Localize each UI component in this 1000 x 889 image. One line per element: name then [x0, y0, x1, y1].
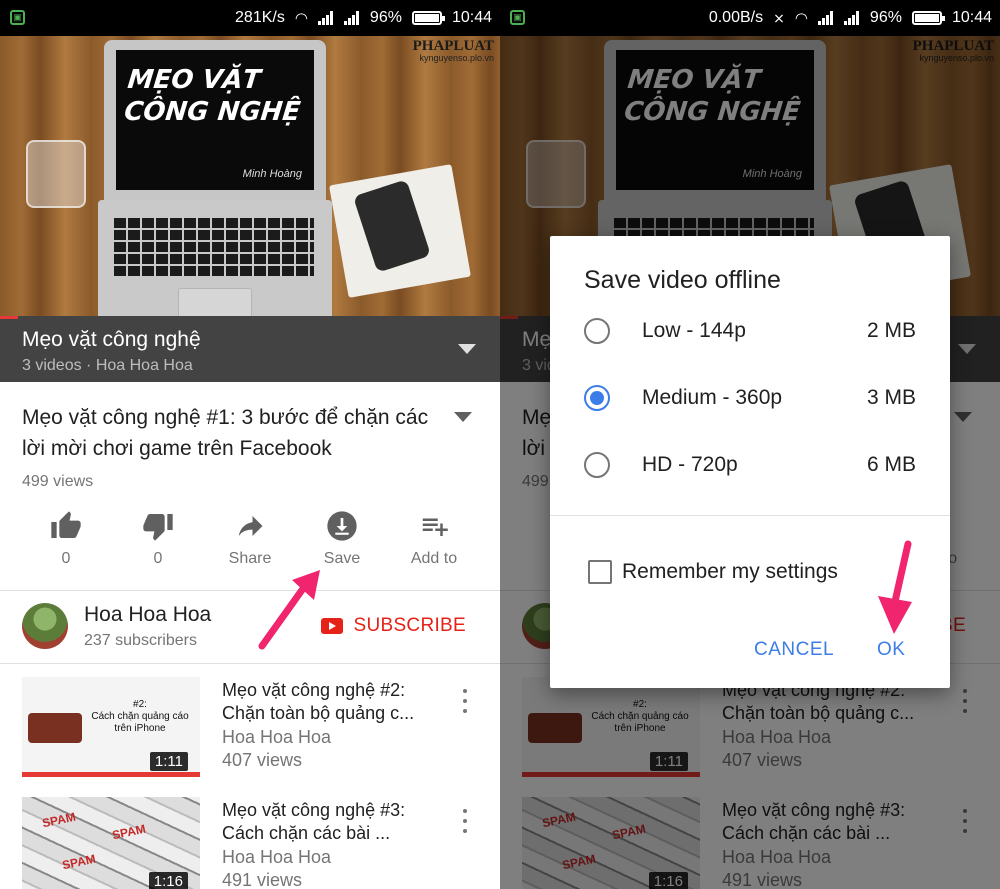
video-screen-author: Minh Hoàng [242, 168, 302, 180]
option-label: Low - 144p [642, 319, 746, 342]
list-item[interactable]: #2: Cách chặn quảng cáo trên iPhone 1:11… [0, 677, 500, 787]
wifi-icon: ◠ [794, 10, 808, 27]
share-icon [204, 508, 296, 544]
glass-image [26, 140, 86, 208]
expand-description-icon[interactable] [454, 412, 472, 422]
playlist-bar[interactable]: Mẹo vặt công nghệ 3 videos · Hoa Hoa Hoa [0, 316, 500, 382]
more-options-icon[interactable] [460, 809, 470, 833]
subscriber-count: 237 subscribers [84, 632, 197, 649]
quality-option-low[interactable]: Low - 144p 2 MB [550, 299, 950, 365]
thumbs-up-icon [20, 508, 112, 544]
status-bar: ▣ 0.00B/s ⨯ ◠ 96% 10:44 [500, 0, 1000, 36]
download-icon [296, 508, 388, 544]
list-item[interactable]: SPAM SPAM SPAM 1:16 Mẹo vặt công nghệ #3… [0, 797, 500, 889]
playback-progress [0, 316, 18, 319]
battery-percent: 96% [869, 9, 902, 26]
divider [0, 663, 500, 664]
expand-playlist-icon[interactable] [458, 344, 476, 354]
list-item-views: 407 views [222, 750, 303, 770]
view-count: 499 views [22, 473, 94, 490]
channel-name: Hoa Hoa Hoa [84, 603, 212, 626]
radio-button[interactable] [584, 452, 610, 478]
car-image [28, 713, 82, 743]
watermark: PHAPLUAT kynguyenso.plo.vn [412, 38, 494, 64]
list-item-title: Mẹo vặt công nghệ #3: Cách chặn các bài … [222, 800, 406, 843]
option-size: 2 MB [866, 319, 916, 342]
dialog-title: Save video offline [584, 266, 781, 294]
thumbnail-text: #2: Cách chặn quảng cáo trên iPhone [91, 699, 189, 734]
option-label: HD - 720p [642, 453, 738, 476]
more-options-icon[interactable] [460, 689, 470, 713]
watched-progress [22, 772, 200, 777]
radio-button-selected[interactable] [584, 385, 610, 411]
video-duration: 1:16 [148, 872, 188, 889]
dislike-count: 0 [153, 550, 163, 567]
network-speed: 0.00B/s [708, 9, 764, 26]
option-size: 6 MB [866, 453, 916, 476]
dislike-button[interactable]: 0 [112, 508, 204, 578]
mute-icon: ⨯ [773, 9, 785, 26]
app-notification-icon: ▣ [10, 10, 25, 25]
video-thumbnail[interactable]: SPAM SPAM SPAM 1:16 [22, 797, 200, 889]
video-title: Mẹo vặt công nghệ #1: 3 bước để chặn các… [22, 406, 429, 460]
clock: 10:44 [951, 9, 992, 26]
radio-button[interactable] [584, 318, 610, 344]
annotation-arrow-icon [258, 570, 320, 650]
like-button[interactable]: 0 [20, 508, 112, 578]
left-screen: ▣ 281K/s ◠ 96% 10:44 MẸO VẶT CÔNG NGHỆ M… [0, 0, 500, 889]
signal-icon [317, 11, 334, 25]
option-label: Medium - 360p [642, 386, 783, 409]
subscribe-label: SUBSCRIBE [353, 615, 466, 636]
annotation-arrow-icon [878, 540, 912, 634]
thumbnail-text: SPAM [40, 809, 77, 831]
battery-percent: 96% [369, 9, 402, 26]
clock: 10:44 [451, 9, 492, 26]
quality-option-hd[interactable]: HD - 720p 6 MB [550, 433, 950, 499]
video-duration: 1:11 [149, 752, 188, 771]
status-bar: ▣ 281K/s ◠ 96% 10:44 [0, 0, 500, 36]
option-size: 3 MB [866, 386, 916, 409]
quality-option-medium[interactable]: Medium - 360p 3 MB [550, 366, 950, 432]
channel-avatar[interactable] [22, 603, 68, 649]
wifi-icon: ◠ [294, 10, 308, 27]
signal-icon-2 [843, 11, 860, 25]
battery-icon [911, 11, 945, 25]
like-count: 0 [61, 550, 71, 567]
ok-button[interactable]: OK [877, 639, 905, 661]
video-screen-title: MẸO VẶT CÔNG NGHỆ [122, 65, 302, 127]
list-item-channel: Hoa Hoa Hoa [222, 727, 332, 747]
battery-icon [411, 11, 445, 25]
video-thumbnail[interactable]: #2: Cách chặn quảng cáo trên iPhone 1:11 [22, 677, 200, 777]
laptop-base [98, 200, 332, 316]
laptop-image: MẸO VẶT CÔNG NGHỆ Minh Hoàng [104, 40, 326, 200]
add-to-label: Add to [410, 550, 458, 567]
list-item-title: Mẹo vặt công nghệ #2: Chặn toàn bộ quảng… [222, 680, 415, 723]
right-screen: ▣ 0.00B/s ⨯ ◠ 96% 10:44 MẸO VẶT CÔNG NGH… [500, 0, 1000, 889]
thumbs-down-icon [112, 508, 204, 544]
add-to-button[interactable]: Add to [388, 508, 480, 578]
remember-settings-checkbox[interactable] [588, 560, 612, 584]
list-item-views: 491 views [222, 870, 303, 889]
dialog-divider [550, 515, 950, 516]
cancel-button[interactable]: CANCEL [754, 639, 834, 661]
signal-icon-2 [343, 11, 360, 25]
video-player[interactable]: MẸO VẶT CÔNG NGHỆ Minh Hoàng PHAPLUAT ky… [0, 36, 500, 316]
keyboard-image [114, 216, 314, 276]
signal-icon [817, 11, 834, 25]
playlist-subtitle: 3 videos · Hoa Hoa Hoa [22, 357, 193, 374]
add-to-playlist-icon [388, 508, 480, 544]
subscribe-button[interactable]: SUBSCRIBE [321, 615, 466, 637]
trackpad-image [178, 288, 252, 316]
playlist-title: Mẹo vặt công nghệ [22, 328, 201, 351]
remember-settings-label[interactable]: Remember my settings [622, 560, 838, 584]
app-notification-icon: ▣ [510, 10, 525, 25]
network-speed: 281K/s [235, 9, 285, 26]
list-item-channel: Hoa Hoa Hoa [222, 847, 332, 867]
